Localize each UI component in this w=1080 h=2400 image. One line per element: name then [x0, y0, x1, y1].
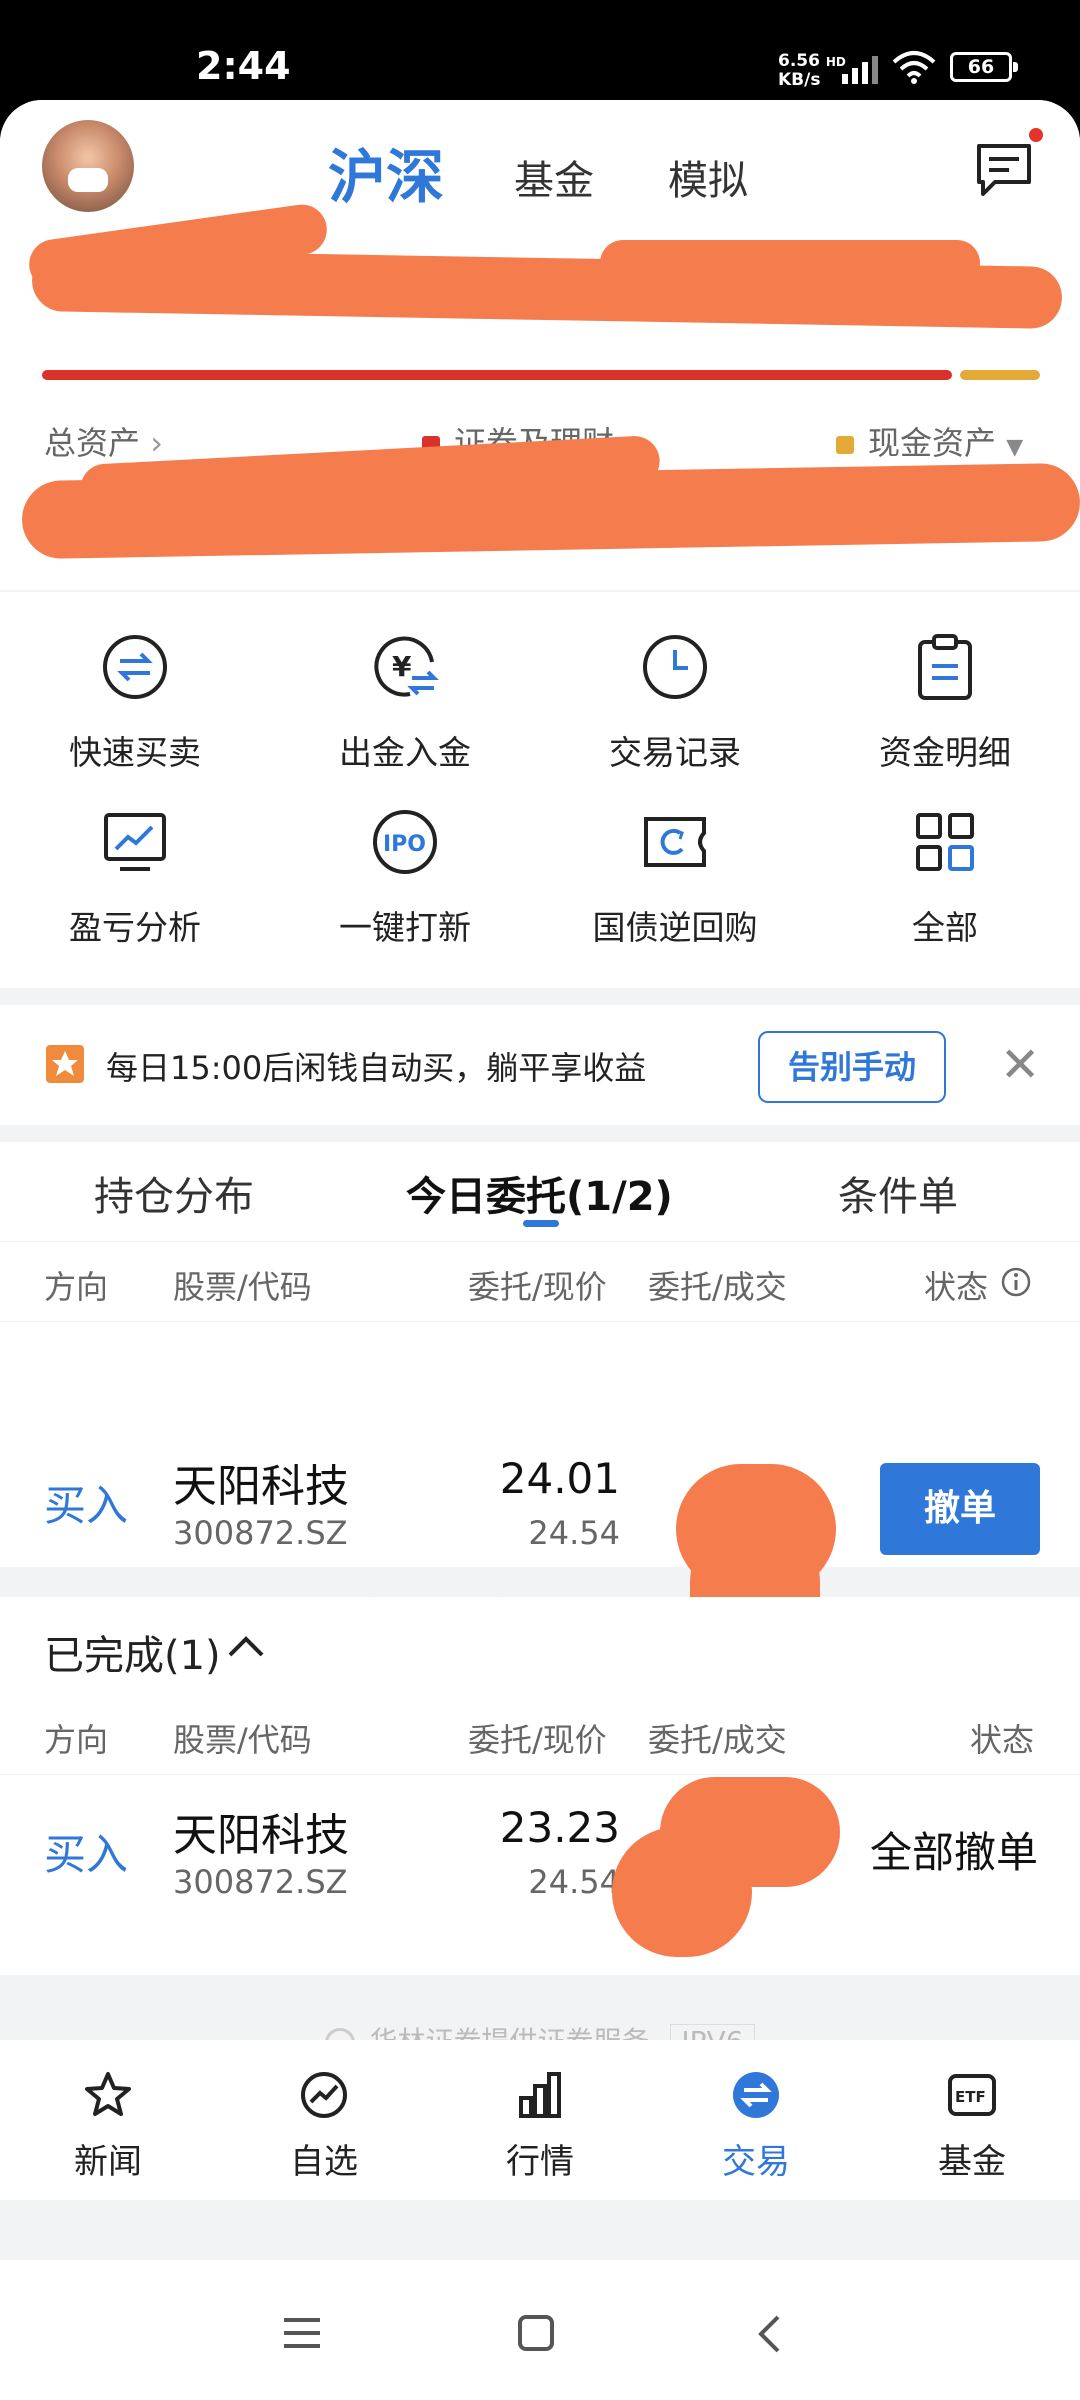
- table-header: 方向 股票/代码 委托/现价 委托/成交 状态: [0, 1242, 1080, 1322]
- bars-icon: [519, 2072, 561, 2118]
- tab-simulation[interactable]: 模拟: [668, 148, 748, 206]
- home-icon[interactable]: [517, 2314, 555, 2352]
- promo-button[interactable]: 告别手动: [758, 1031, 946, 1103]
- wifi-icon: [892, 51, 936, 84]
- nav-fund[interactable]: ETF 基金: [902, 2070, 1042, 2183]
- tab-hushen[interactable]: 沪深: [328, 130, 444, 214]
- current-price: 24.54: [528, 1514, 620, 1552]
- news-icon: [85, 2072, 131, 2116]
- chat-icon: [977, 144, 1031, 196]
- grid-icon: [916, 813, 974, 871]
- tab-today-orders[interactable]: 今日委托(1/2): [406, 1164, 673, 1222]
- tab-conditional[interactable]: 条件单: [838, 1164, 958, 1222]
- network-speed: 6.56 HD KB/s: [778, 51, 846, 90]
- clipboard-icon: [918, 634, 972, 700]
- market-tabs: 沪深 基金 模拟: [0, 130, 1080, 211]
- info-icon[interactable]: [1000, 1266, 1032, 1298]
- active-tab-indicator: [523, 1220, 559, 1227]
- tab-fund[interactable]: 基金: [514, 148, 594, 206]
- legend-cash[interactable]: 现金资产 ▼: [836, 418, 1023, 464]
- action-trade-records[interactable]: 交易记录: [540, 632, 810, 774]
- tab-positions[interactable]: 持仓分布: [94, 1164, 254, 1222]
- chevron-right-icon: ›: [150, 424, 163, 462]
- order-direction: 买入: [44, 1830, 129, 1879]
- table-header: 方向 股票/代码 委托/现价 委托/成交 状态: [0, 1695, 1080, 1775]
- stock-code: 300872.SZ: [173, 1863, 348, 1901]
- clock-icon: [643, 635, 707, 699]
- total-assets-link[interactable]: 总资产 ›: [44, 418, 163, 464]
- bottom-nav: 新闻 自选 行情 交易 ETF 基金: [0, 2040, 1080, 2200]
- action-fund-details[interactable]: 资金明细: [810, 632, 1080, 774]
- caret-down-icon: ▼: [1006, 435, 1024, 460]
- account-header: 沪深 基金 模拟 总资产 › 证券及理财 现金资产 ▼: [0, 100, 1080, 590]
- yellow-swatch: [836, 436, 854, 454]
- current-price: 24.54: [528, 1863, 620, 1901]
- nav-watchlist[interactable]: 自选: [254, 2070, 394, 2183]
- ipo-icon: IPO: [373, 810, 437, 874]
- stock-code: 300872.SZ: [173, 1514, 348, 1552]
- svg-text:IPO: IPO: [383, 832, 426, 857]
- completed-title[interactable]: 已完成(1): [44, 1623, 221, 1681]
- system-nav-bar: [0, 2260, 1080, 2400]
- securities-bar: [42, 370, 952, 380]
- redaction-mark: [600, 240, 980, 286]
- promo-banner: 每日15:00后闲钱自动买，躺平享收益 告别手动 ✕: [0, 1005, 1080, 1125]
- entrust-price: 23.23: [499, 1803, 620, 1852]
- nav-trade[interactable]: 交易: [686, 2070, 826, 2183]
- nav-market[interactable]: 行情: [470, 2070, 610, 2183]
- entrust-price: 24.01: [499, 1454, 620, 1503]
- action-quick-trade[interactable]: 快速买卖: [0, 632, 270, 774]
- order-direction: 买入: [44, 1481, 129, 1530]
- ticket-icon: [644, 817, 706, 867]
- star-icon: [46, 1045, 84, 1083]
- cancel-order-button[interactable]: 撤单: [880, 1463, 1040, 1555]
- stock-name: 天阳科技: [173, 1461, 349, 1512]
- orders-panel: 持仓分布 今日委托(1/2) 条件单 方向 股票/代码 委托/现价 委托/成交 …: [0, 1142, 1080, 1662]
- nav-news[interactable]: 新闻: [38, 2070, 178, 2183]
- swap-icon: [103, 635, 167, 699]
- status-bar: 2:44 6.56 HD KB/s 66: [0, 0, 1080, 105]
- action-deposit-withdraw[interactable]: ¥ 出金入金: [270, 632, 540, 774]
- back-icon[interactable]: [756, 2314, 782, 2354]
- stock-name: 天阳科技: [173, 1810, 349, 1861]
- action-ipo[interactable]: IPO 一键打新: [270, 807, 540, 949]
- chart-monitor-icon: [104, 813, 166, 871]
- action-pnl-analysis[interactable]: 盈亏分析: [0, 807, 270, 949]
- menu-icon[interactable]: [282, 2316, 322, 2350]
- app-screen: 沪深 基金 模拟 总资产 › 证券及理财 现金资产 ▼: [0, 100, 1080, 2400]
- signal-icon: [842, 56, 878, 84]
- cash-bar: [960, 370, 1040, 380]
- unread-dot: [1029, 128, 1043, 142]
- promo-text: 每日15:00后闲钱自动买，躺平享收益: [106, 1049, 647, 1087]
- completed-panel: 已完成(1) 方向 股票/代码 委托/现价 委托/成交 状态 买入 天阳科技 3…: [0, 1597, 1080, 1975]
- trend-icon: [301, 2072, 347, 2118]
- trade-icon: [733, 2072, 779, 2118]
- clock: 2:44: [196, 44, 291, 88]
- yen-transfer-icon: ¥: [374, 636, 439, 697]
- svg-text:ETF: ETF: [955, 2088, 986, 2106]
- close-icon[interactable]: ✕: [1000, 1041, 1040, 1089]
- message-button[interactable]: [975, 128, 1043, 196]
- battery-icon: 66: [950, 52, 1018, 82]
- orders-tabs: 持仓分布 今日委托(1/2) 条件单: [0, 1142, 1080, 1242]
- redaction-mark: [612, 1827, 752, 1957]
- chevron-up-icon[interactable]: [226, 1633, 266, 1659]
- action-all[interactable]: 全部: [810, 807, 1080, 949]
- svg-text:¥: ¥: [392, 650, 412, 683]
- action-reverse-repo[interactable]: 国债逆回购: [540, 807, 810, 949]
- quick-actions: 快速买卖 ¥ 出金入金 交易记录 资金明细 盈亏分析 IPO 一键打新 国债逆回…: [0, 592, 1080, 988]
- order-status: 全部撤单: [869, 1828, 1038, 1877]
- etf-icon: ETF: [948, 2074, 996, 2116]
